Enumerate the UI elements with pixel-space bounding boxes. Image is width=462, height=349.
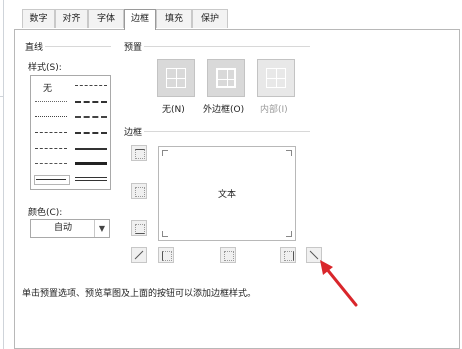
line-style-double[interactable] [75, 177, 107, 181]
preset-inside-label: 内部(I) [260, 105, 288, 115]
style-label: 样式(S): [28, 63, 62, 73]
line-section-title: 直线 [25, 43, 44, 53]
color-select[interactable]: 自动 ▼ [30, 219, 110, 238]
preset-outline-label: 外边框(O) [203, 105, 245, 115]
line-style-option[interactable] [35, 163, 67, 164]
color-select-value: 自动 [53, 223, 72, 233]
line-style-option[interactable] [75, 85, 107, 86]
tab-font[interactable]: 字体 [88, 9, 124, 28]
preset-inside-button[interactable] [257, 59, 295, 97]
line-style-option[interactable] [35, 132, 67, 133]
background-grid-line [3, 0, 4, 349]
border-bottom-button[interactable] [131, 220, 147, 236]
border-top-icon [135, 149, 145, 159]
border-divider [144, 131, 310, 132]
line-style-thin-solid [36, 179, 66, 180]
tab-number[interactable]: 数字 [22, 9, 55, 28]
diagonal-up-icon [134, 250, 144, 260]
background-grid-line [0, 96, 4, 97]
presets-divider [144, 46, 310, 47]
color-label: 颜色(C): [28, 208, 63, 218]
preview-corner-mark [162, 150, 168, 156]
presets-section-title: 预置 [124, 43, 143, 53]
line-style-option[interactable] [75, 162, 107, 165]
border-top-button[interactable] [131, 145, 147, 161]
border-middle-horizontal-button[interactable] [131, 183, 147, 199]
line-style-option[interactable] [35, 116, 67, 117]
inside-border-icon [266, 68, 286, 88]
line-style-option[interactable] [75, 101, 107, 103]
line-style-option[interactable] [35, 148, 67, 149]
tab-border[interactable]: 边框 [124, 9, 156, 30]
border-preview[interactable]: 文本 [158, 146, 296, 241]
border-left-icon [162, 251, 172, 261]
border-bottom-icon [135, 224, 145, 234]
border-middle-horizontal-icon [135, 187, 145, 197]
chevron-down-icon[interactable]: ▼ [94, 220, 109, 237]
border-section-title: 边框 [124, 128, 143, 138]
border-diagonal-up-button[interactable] [131, 247, 147, 263]
preview-corner-mark [162, 231, 168, 237]
no-border-icon [166, 68, 186, 88]
line-style-option[interactable] [75, 148, 107, 150]
preset-outline-button[interactable] [207, 59, 245, 97]
line-style-option-selected[interactable] [34, 175, 70, 185]
line-style-option[interactable] [75, 132, 107, 134]
line-style-option[interactable] [75, 116, 107, 118]
line-section-divider [45, 46, 111, 47]
line-style-option[interactable] [35, 101, 67, 102]
border-right-button[interactable] [280, 247, 296, 263]
preview-text: 文本 [218, 190, 237, 200]
tab-fill[interactable]: 填充 [156, 9, 192, 28]
preview-corner-mark [286, 231, 292, 237]
preview-corner-mark [286, 150, 292, 156]
border-middle-vertical-icon [224, 251, 234, 261]
border-left-button[interactable] [158, 247, 174, 263]
preset-none-button[interactable] [157, 59, 195, 97]
line-style-none[interactable]: 无 [43, 81, 52, 94]
preset-none-label: 无(N) [162, 105, 185, 115]
red-arrow-annotation [320, 260, 358, 307]
border-middle-vertical-button[interactable] [220, 247, 236, 263]
tab-alignment[interactable]: 对齐 [55, 9, 88, 28]
tab-protection[interactable]: 保护 [192, 9, 228, 28]
border-right-icon [284, 251, 294, 261]
hint-text: 单击预置选项、预览草图及上面的按钮可以添加边框样式。 [22, 289, 257, 299]
line-style-list[interactable]: 无 [30, 75, 111, 190]
outline-border-icon [216, 68, 236, 88]
